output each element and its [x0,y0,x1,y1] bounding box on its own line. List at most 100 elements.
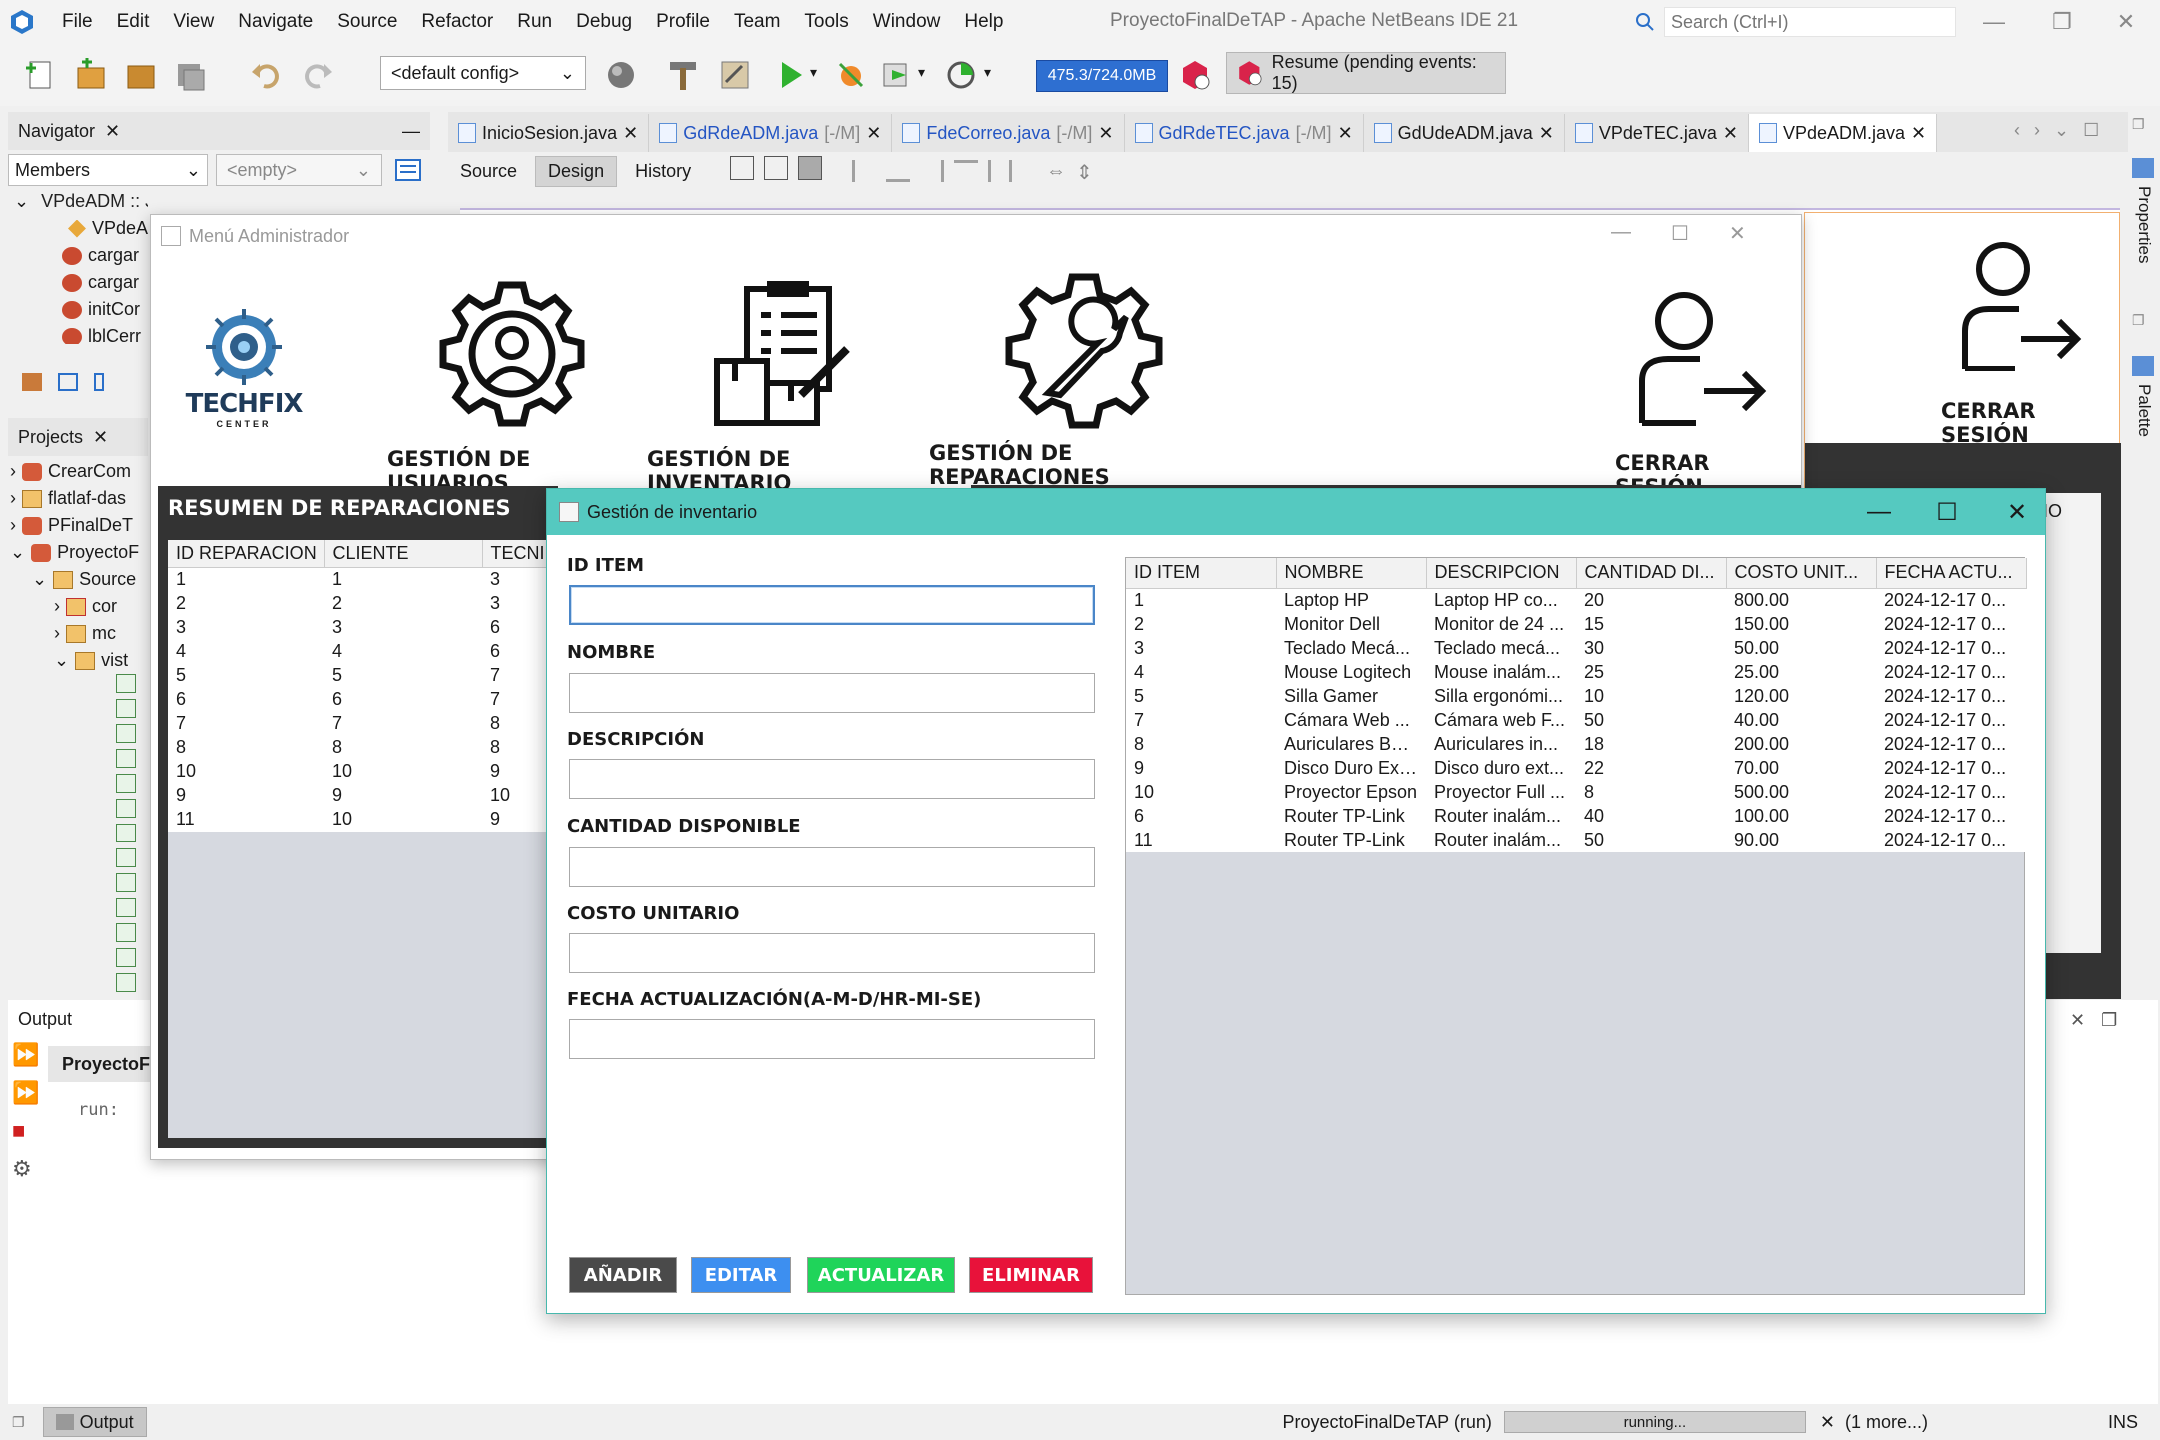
minimize-icon[interactable]: — [1611,221,1631,246]
close-tab-icon[interactable]: ✕ [623,123,638,144]
table-row[interactable]: 11 10 9 [168,808,548,832]
tab-source[interactable]: Source [448,157,529,186]
logout-button[interactable]: CERRAR SESIÓN [1615,285,1789,499]
menu-tools[interactable]: Tools [792,11,860,33]
run-dropdown-icon[interactable]: ▾ [810,64,817,81]
menu-refactor[interactable]: Refactor [409,11,505,33]
inventory-management-button[interactable]: GESTIÓN DE INVENTARIO [647,279,913,495]
resize-vertical-icon[interactable]: ⇕ [1076,160,1093,186]
form-file-icon[interactable] [116,823,136,843]
tree-item[interactable]: cargar [14,242,148,269]
table-row[interactable]: 3 3 6 [168,616,548,640]
dock-restore-icon[interactable]: ❐ [2132,116,2145,133]
filter-icon[interactable] [394,156,422,184]
restore-icon[interactable]: ❐ [2040,4,2084,40]
browser-globe-icon[interactable] [604,58,638,92]
scroll-right-icon[interactable]: › [2034,120,2040,141]
tree-item[interactable]: cargar [14,269,148,296]
cancel-icon[interactable]: ✕ [1820,1412,1835,1433]
redo-icon[interactable] [300,58,334,92]
rerun-icon[interactable]: ⏩ [12,1042,39,1068]
minimize-icon[interactable]: — [1849,489,1909,535]
open-project-icon[interactable] [124,58,158,92]
resize-horizontal-icon[interactable]: ⇔ [1046,160,1066,186]
column-header[interactable]: NOMBRE [1276,558,1427,589]
table-row[interactable]: 9 9 10 [168,784,548,808]
form-file-icon[interactable] [116,773,136,793]
add-button[interactable]: AÑADIR [569,1257,677,1293]
profile-icon[interactable] [880,58,914,92]
settings-icon[interactable]: ⚙ [12,1156,36,1182]
table-row[interactable]: 7 7 8 [168,712,548,736]
column-header[interactable]: CANTIDAD DI... [1576,558,1727,589]
editor-tab[interactable]: GdRdeTEC.java [-/M] ✕ [1125,114,1364,152]
align-top-icon[interactable] [954,160,978,182]
table-row[interactable]: 6 6 7 [168,688,548,712]
new-project-icon[interactable] [74,58,108,92]
column-header[interactable]: COSTO UNIT... [1726,558,1877,589]
properties-tab[interactable]: Properties [2134,186,2154,263]
maximize-icon[interactable]: ☐ [1917,489,1977,535]
column-header[interactable]: CLIENTE [324,540,483,568]
close-tab-icon[interactable]: ✕ [1539,123,1554,144]
save-all-icon[interactable] [174,58,208,92]
delete-button[interactable]: ELIMINAR [969,1257,1093,1293]
tree-item[interactable]: › CrearCom [10,458,150,485]
column-header[interactable]: FECHA ACTU... [1876,558,2027,589]
update-date-input[interactable] [569,1019,1095,1059]
menu-window[interactable]: Window [861,11,953,33]
members-view-icon[interactable] [58,373,78,391]
form-file-icon[interactable] [116,723,136,743]
tree-item[interactable]: › flatlaf-das [10,485,150,512]
close-tab-icon[interactable]: ✕ [1338,123,1353,144]
quantity-input[interactable] [569,847,1095,887]
config-select[interactable]: <default config> ⌄ [380,56,586,90]
menu-run[interactable]: Run [505,11,564,33]
build-hammer-icon[interactable] [666,58,700,92]
palette-tab[interactable]: Palette [2134,384,2154,437]
output-status-tab[interactable]: Output [42,1407,147,1437]
close-icon[interactable]: ✕ [1987,489,2047,535]
menu-file[interactable]: File [50,11,105,33]
search-input[interactable] [1664,7,1956,37]
table-row[interactable]: 2 2 3 [168,592,548,616]
table-row[interactable]: 1 1 3 [168,568,548,592]
form-file-icon[interactable] [116,973,136,992]
close-tab-icon[interactable]: ✕ [1098,123,1113,144]
table-row[interactable]: 5 Silla Gamer Silla ergonómi... 10 120.00 202… [1126,684,2026,708]
unit-cost-input[interactable] [569,933,1095,973]
editor-tab[interactable]: VPdeADM.java ✕ [1748,114,1938,152]
tree-item[interactable]: VPdeA [14,215,148,242]
close-icon[interactable]: ✕ [2070,1010,2085,1031]
close-icon[interactable]: ✕ [1729,221,1746,246]
editor-tab[interactable]: InicioSesion.java ✕ [448,114,650,152]
form-file-icon[interactable] [116,873,136,893]
connection-mode-icon[interactable] [764,156,788,180]
tree-item[interactable]: ⌄ vist [10,647,150,674]
description-input[interactable] [569,759,1095,799]
tree-item[interactable]: ⌄VPdeADM :: JFrame [14,188,148,215]
form-file-icon[interactable] [116,898,136,918]
hierarchy-icon[interactable] [22,373,42,391]
form-file-icon[interactable] [116,674,136,693]
menu-view[interactable]: View [161,11,226,33]
minimize-icon[interactable]: — [1972,4,2016,40]
close-tab-icon[interactable]: ✕ [1911,123,1926,144]
name-input[interactable] [569,673,1095,713]
tab-history[interactable]: History [623,157,703,186]
update-button[interactable]: ACTUALIZAR [807,1257,955,1293]
table-row[interactable]: 3 Teclado Mecá... Teclado mecá... 30 50.00 20… [1126,636,2026,660]
users-management-button[interactable]: GESTIÓN DE USUARIOS [387,279,637,495]
resume-button[interactable]: Resume (pending events: 15) [1226,52,1506,94]
profile-dropdown-icon[interactable]: ▾ [918,64,925,81]
menu-help[interactable]: Help [952,11,1015,33]
editor-tab[interactable]: GdRdeADM.java [-/M] ✕ [649,114,893,152]
form-file-icon[interactable] [116,848,136,868]
form-file-icon[interactable] [116,923,136,943]
align-bottom-icon[interactable] [886,160,910,182]
tree-item[interactable]: › PFinalDeT [10,512,150,539]
table-row[interactable]: 4 4 6 [168,640,548,664]
table-row[interactable]: 8 8 8 [168,736,548,760]
table-row[interactable]: 2 Monitor Dell Monitor de 24 ... 15 150.00 20… [1126,612,2026,636]
column-header[interactable]: ID REPARACION [168,540,325,568]
